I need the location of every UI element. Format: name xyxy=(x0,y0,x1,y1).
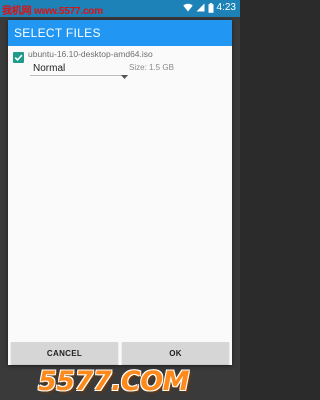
battery-icon xyxy=(208,2,214,13)
cancel-button[interactable]: CANCEL xyxy=(11,342,118,364)
bottom-watermark: 5577.COM xyxy=(38,366,190,397)
select-files-dialog: SELECT FILES ubuntu-16.10-desktop-amd64.… xyxy=(8,20,232,365)
format-value: Normal xyxy=(33,63,66,74)
status-time: 4:23 xyxy=(216,2,236,13)
button-bar: CANCEL OK xyxy=(8,342,232,365)
file-row: ubuntu-16.10-desktop-amd64.iso Normal Si… xyxy=(8,46,232,92)
watermark-text: 我机网 www.5577.com xyxy=(2,6,103,17)
file-list-empty-area xyxy=(8,92,232,332)
chevron-down-icon xyxy=(121,66,128,84)
checkmark-icon xyxy=(14,54,23,62)
wifi-icon xyxy=(182,3,193,12)
ok-button[interactable]: OK xyxy=(122,342,229,364)
dialog-title-bar: SELECT FILES xyxy=(8,20,232,46)
status-bar: 我机网 www.5577.com 4:23 xyxy=(0,0,240,17)
format-dropdown[interactable]: Normal xyxy=(30,61,128,79)
signal-icon xyxy=(196,3,205,12)
file-checkbox[interactable] xyxy=(13,52,24,63)
dialog-title: SELECT FILES xyxy=(14,26,101,40)
file-name: ubuntu-16.10-desktop-amd64.iso xyxy=(28,49,153,59)
file-size: Size: 1.5 GB xyxy=(129,63,174,72)
status-icons: 4:23 xyxy=(182,2,236,13)
